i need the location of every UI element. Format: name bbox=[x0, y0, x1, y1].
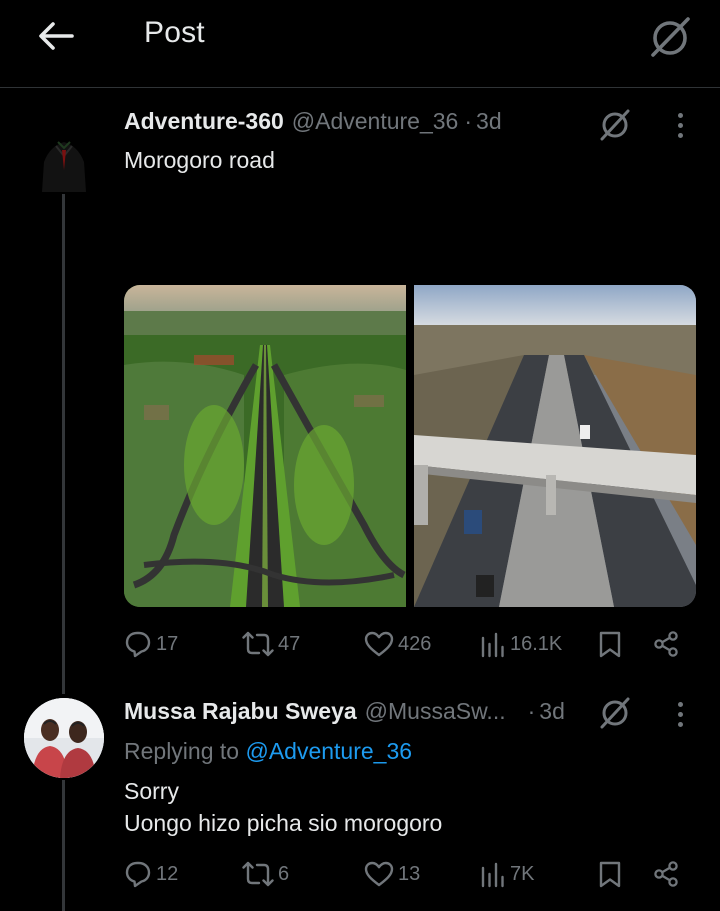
reply-text-line-2: Uongo hizo picha sio morogoro bbox=[124, 810, 443, 836]
bookmark-button[interactable] bbox=[598, 626, 622, 662]
views-icon bbox=[481, 862, 504, 888]
author-handle[interactable]: @MussaSw... bbox=[365, 698, 506, 725]
bookmark-button[interactable] bbox=[598, 856, 622, 892]
reply-button[interactable]: 12 bbox=[124, 856, 178, 892]
reply-count: 12 bbox=[156, 862, 179, 885]
reply-icon bbox=[125, 861, 151, 888]
avatar[interactable] bbox=[24, 698, 104, 778]
tweet-media[interactable] bbox=[124, 285, 696, 607]
tweet-text: Morogoro road bbox=[124, 147, 275, 173]
grok-icon bbox=[651, 17, 690, 57]
like-count: 426 bbox=[398, 632, 432, 655]
grok-button[interactable] bbox=[597, 694, 633, 730]
repost-count: 6 bbox=[278, 862, 290, 885]
bookmark-icon bbox=[599, 631, 621, 658]
separator: · bbox=[527, 698, 536, 724]
timestamp[interactable]: 3d bbox=[539, 698, 565, 725]
heart-icon bbox=[364, 631, 394, 657]
thread-connector bbox=[62, 780, 65, 911]
views-count: 7K bbox=[510, 862, 535, 885]
views-icon bbox=[481, 632, 504, 658]
share-icon bbox=[654, 861, 678, 887]
tweet-header: Adventure-360 @Adventure_36 · 3d bbox=[124, 108, 502, 142]
author-name[interactable]: Mussa Rajabu Sweya bbox=[124, 698, 357, 725]
repost-button[interactable]: 6 bbox=[242, 856, 289, 892]
repost-button[interactable]: 47 bbox=[242, 626, 300, 662]
back-button[interactable] bbox=[34, 16, 78, 56]
share-button[interactable] bbox=[652, 626, 680, 662]
share-button[interactable] bbox=[652, 856, 680, 892]
author-name[interactable]: Adventure-360 bbox=[124, 108, 284, 135]
reply-header: Mussa Rajabu Sweya @MussaSw... · 3d bbox=[124, 698, 565, 732]
repost-icon bbox=[242, 861, 274, 887]
views-count: 16.1K bbox=[510, 632, 563, 655]
like-count: 13 bbox=[398, 862, 421, 885]
reply-actions: 12 6 13 7K bbox=[124, 856, 696, 892]
mention-link[interactable]: @Adventure_36 bbox=[245, 738, 412, 764]
more-options-icon[interactable] bbox=[670, 696, 690, 732]
like-button[interactable]: 426 bbox=[364, 626, 431, 662]
grok-icon bbox=[600, 697, 630, 729]
reply-count: 17 bbox=[156, 632, 179, 655]
replying-prefix: Replying to bbox=[124, 738, 246, 764]
grok-button[interactable] bbox=[646, 14, 694, 58]
author-handle[interactable]: @Adventure_36 bbox=[292, 108, 459, 135]
replying-to: Replying to @Adventure_36 bbox=[124, 738, 412, 765]
reply-text-line-1: Sorry bbox=[124, 778, 179, 804]
views-button[interactable]: 7K bbox=[480, 856, 534, 892]
grok-icon bbox=[600, 109, 630, 141]
more-options-icon[interactable] bbox=[670, 107, 690, 143]
heart-icon bbox=[364, 861, 394, 887]
bookmark-icon bbox=[599, 861, 621, 888]
grok-button[interactable] bbox=[597, 106, 633, 142]
avatar[interactable] bbox=[36, 124, 92, 194]
like-button[interactable]: 13 bbox=[364, 856, 420, 892]
tweet-actions: 17 47 426 16.1K bbox=[124, 626, 696, 662]
timestamp[interactable]: 3d bbox=[476, 108, 502, 135]
photo-highway-overpass[interactable] bbox=[414, 285, 696, 607]
reply-icon bbox=[125, 631, 151, 658]
separator: · bbox=[464, 108, 473, 134]
views-button[interactable]: 16.1K bbox=[480, 626, 562, 662]
page-title: Post bbox=[144, 16, 205, 49]
reply-button[interactable]: 17 bbox=[124, 626, 178, 662]
share-icon bbox=[654, 631, 678, 657]
thread-connector bbox=[62, 194, 65, 694]
top-bar: Post bbox=[0, 0, 720, 88]
repost-icon bbox=[242, 631, 274, 657]
repost-count: 47 bbox=[278, 632, 301, 655]
arrow-left-icon bbox=[39, 22, 74, 50]
photo-highway-interchange[interactable] bbox=[124, 285, 406, 607]
